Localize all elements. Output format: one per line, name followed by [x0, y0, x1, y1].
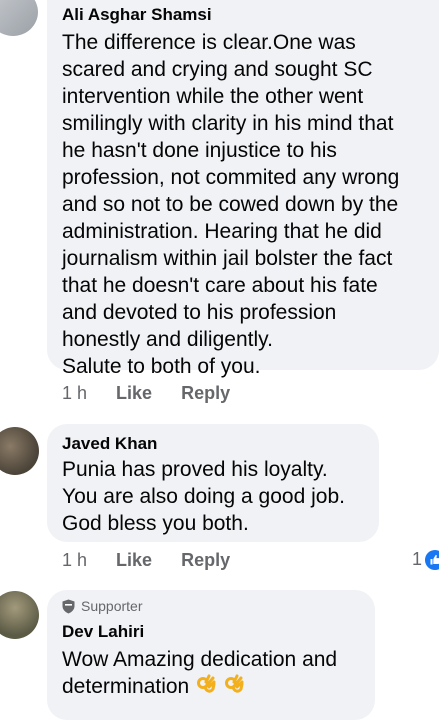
avatar[interactable]: [0, 591, 39, 639]
shield-badge-icon: [62, 599, 75, 614]
reaction-count: 1: [412, 549, 423, 569]
reaction-summary[interactable]: 1: [412, 549, 439, 570]
reply-button[interactable]: Reply: [181, 550, 230, 570]
like-button[interactable]: Like: [116, 383, 152, 403]
comment-line: determination: [62, 675, 190, 699]
comment-line: Salute to both of you.: [62, 355, 261, 378]
comment-line: that he doesn't care about his fate: [62, 274, 378, 297]
comment-line: administration. Hearing that he did: [62, 220, 382, 243]
reply-button[interactable]: Reply: [181, 383, 230, 403]
comment-line: smilingly with clarity in his mind that: [62, 112, 394, 135]
comment-text: Punia has proved his loyalty. You are al…: [62, 456, 345, 537]
comment-line: scared and crying and sought SC: [62, 58, 373, 81]
comment-text: Wow Amazing dedication and determination: [62, 646, 337, 702]
comment-line: You are also doing a good job.: [62, 485, 345, 508]
comment-author[interactable]: Javed Khan: [62, 434, 157, 454]
comment-meta: 1 h Like Reply: [62, 550, 254, 571]
comment-line: Wow Amazing dedication and: [62, 648, 338, 671]
comment-line: he hasn't done injustice to his: [62, 139, 337, 162]
ok-hand-icon: [223, 673, 245, 702]
comment-time[interactable]: 1 h: [62, 550, 87, 570]
comment-line: journalism within jail bolster the fact: [62, 247, 393, 270]
comment-meta: 1 h Like Reply: [62, 383, 254, 404]
comment-author[interactable]: Ali Asghar Shamsi: [62, 5, 212, 25]
comment-text: The difference is clear.One was scared a…: [62, 29, 399, 380]
comment-line-with-emoji: determination: [62, 673, 337, 702]
comment-line: The difference is clear.One was: [62, 31, 356, 54]
comment-line: and so not to be cowed down by the: [62, 193, 399, 216]
comment-time[interactable]: 1 h: [62, 383, 87, 403]
badge-label: Supporter: [81, 598, 143, 614]
like-button[interactable]: Like: [116, 550, 152, 570]
like-reaction-icon: [425, 549, 439, 570]
comment-line: Punia has proved his loyalty.: [62, 458, 328, 481]
avatar[interactable]: [0, 427, 39, 475]
comment-author[interactable]: Dev Lahiri: [62, 622, 144, 642]
comment-line: God bless you both.: [62, 512, 249, 535]
comment-line: and devoted to his profession: [62, 301, 337, 324]
avatar[interactable]: [0, 0, 38, 36]
comment-line: profession, not commited any wrong: [62, 166, 400, 189]
comment-line: honestly and diligently.: [62, 328, 273, 351]
supporter-badge: Supporter: [62, 598, 142, 614]
comment-line: intervention while the other went: [62, 85, 364, 108]
ok-hand-icon: [195, 673, 217, 702]
